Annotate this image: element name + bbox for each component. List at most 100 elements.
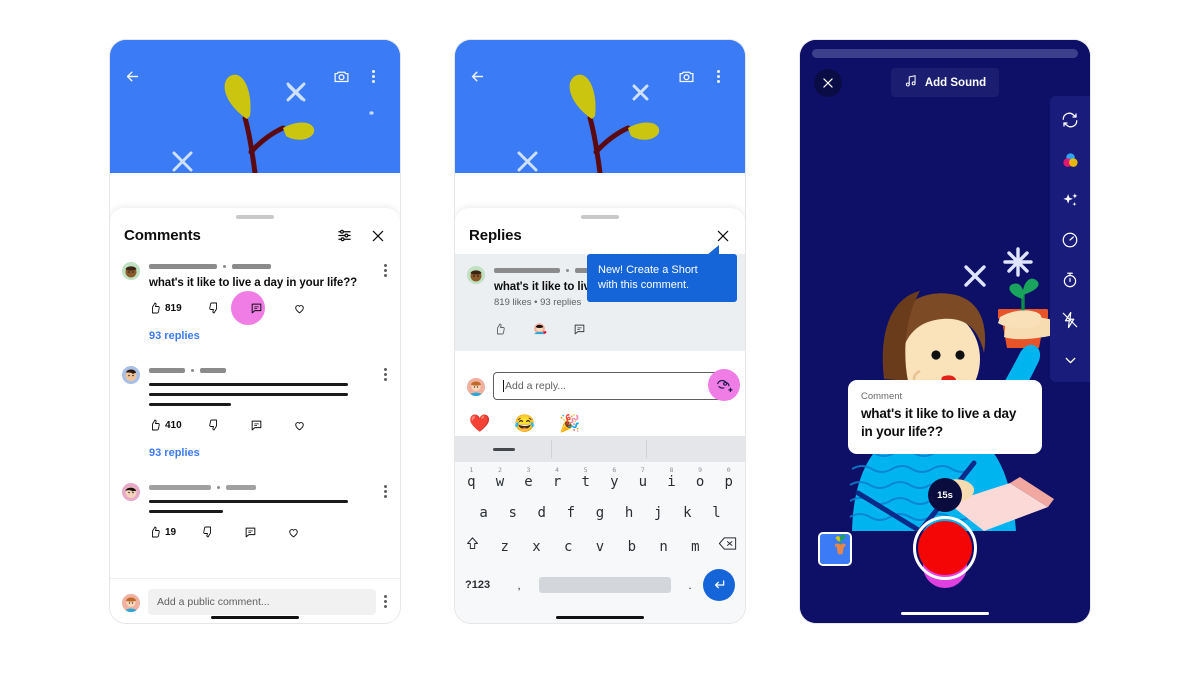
close-icon[interactable] [370, 228, 386, 244]
dislike-button[interactable] [208, 302, 220, 314]
key-y[interactable]: 6y [600, 466, 629, 498]
creator-heart-icon[interactable] [532, 322, 547, 337]
like-button[interactable]: 19 [149, 526, 176, 538]
space-key[interactable] [539, 577, 671, 593]
emoji-party[interactable]: 🎉 [559, 414, 580, 434]
heart-icon[interactable] [293, 302, 306, 315]
comma-key[interactable]: , [505, 578, 533, 592]
key-w[interactable]: 2w [486, 466, 515, 498]
key-d[interactable]: d [527, 498, 556, 529]
emoji-joy[interactable]: 😂 [514, 414, 535, 434]
avatar[interactable] [122, 262, 140, 280]
dislike-button[interactable] [208, 419, 220, 431]
back-arrow-icon[interactable] [469, 68, 486, 90]
key-f[interactable]: f [556, 498, 585, 529]
key-m[interactable]: m [679, 532, 711, 563]
kebab-menu-icon[interactable] [717, 68, 721, 90]
chevron-down-icon[interactable] [1062, 350, 1079, 370]
key-e[interactable]: 3e [514, 466, 543, 498]
heart-icon[interactable] [287, 526, 300, 539]
key-x[interactable]: x [521, 532, 553, 563]
key-o[interactable]: 9o [686, 466, 715, 498]
comment-text-placeholder [149, 383, 380, 406]
camera-icon[interactable] [333, 68, 350, 90]
video-hero-panel2[interactable] [455, 40, 745, 173]
filters-color-circles-icon[interactable] [1061, 150, 1080, 170]
comment-sticker-card[interactable]: Comment what's it like to live a day in … [848, 380, 1042, 455]
duration-badge[interactable]: 15s [928, 478, 962, 512]
reply-icon[interactable] [250, 302, 263, 315]
emoji-heart[interactable]: ❤️ [469, 414, 490, 434]
add-comment-input[interactable]: Add a public comment... [148, 589, 376, 615]
key-g[interactable]: g [585, 498, 614, 529]
flash-off-icon[interactable] [1061, 310, 1079, 330]
add-sound-button[interactable]: Add Sound [890, 68, 1000, 97]
effects-sparkle-icon[interactable] [1061, 190, 1080, 210]
comment-actions: 410 [149, 415, 380, 435]
video-hero-panel1[interactable] [110, 40, 400, 173]
heart-icon[interactable] [293, 419, 306, 432]
key-u[interactable]: 7u [629, 466, 658, 498]
comment-item[interactable]: what's it like to live a day in your lif… [110, 254, 400, 342]
key-n[interactable]: n [648, 532, 680, 563]
replies-link[interactable]: 93 replies [149, 330, 380, 342]
home-indicator [556, 616, 644, 619]
shift-up-arrow-icon[interactable] [457, 529, 489, 563]
avatar[interactable] [122, 483, 140, 501]
kebab-menu-icon[interactable] [372, 68, 376, 90]
sort-filter-icon[interactable] [337, 228, 352, 243]
key-r[interactable]: 4r [543, 466, 572, 498]
replies-link[interactable]: 93 replies [149, 447, 380, 459]
home-indicator [901, 612, 989, 615]
timer-icon[interactable] [1061, 270, 1079, 290]
backspace-icon[interactable] [711, 529, 743, 563]
keyboard-suggestion-bar[interactable] [455, 436, 745, 462]
speed-gauge-icon[interactable] [1061, 230, 1079, 250]
period-key[interactable]: . [677, 578, 703, 592]
key-c[interactable]: c [552, 532, 584, 563]
reply-icon[interactable] [250, 419, 263, 432]
key-j[interactable]: j [644, 498, 673, 529]
like-icon[interactable] [494, 323, 506, 335]
close-icon[interactable] [715, 228, 731, 244]
create-short-icon[interactable] [708, 369, 740, 401]
key-b[interactable]: b [616, 532, 648, 563]
comment-item[interactable]: 410 93 replies [110, 342, 400, 459]
key-v[interactable]: v [584, 532, 616, 563]
reply-icon[interactable] [573, 323, 586, 336]
gallery-thumbnail[interactable] [818, 532, 852, 566]
key-h[interactable]: h [615, 498, 644, 529]
flip-camera-icon[interactable] [1061, 110, 1079, 130]
key-k[interactable]: k [673, 498, 702, 529]
key-t[interactable]: 5t [571, 466, 600, 498]
key-p[interactable]: 0p [714, 466, 743, 498]
avatar[interactable] [467, 378, 485, 396]
record-button[interactable] [913, 516, 977, 588]
close-icon[interactable] [814, 68, 842, 97]
kebab-menu-icon[interactable] [384, 481, 388, 542]
keyboard-row-2: a s d f g h j k l [455, 498, 745, 529]
like-button[interactable]: 410 [149, 419, 182, 431]
kebab-menu-icon[interactable] [384, 364, 388, 459]
record-core [918, 521, 972, 575]
avatar[interactable] [467, 266, 485, 284]
symbols-key[interactable]: ?123 [465, 579, 505, 591]
kebab-menu-icon[interactable] [384, 591, 388, 615]
key-a[interactable]: a [469, 498, 498, 529]
enter-return-icon[interactable] [703, 569, 735, 601]
key-z[interactable]: z [489, 532, 521, 563]
key-i[interactable]: 8i [657, 466, 686, 498]
key-q[interactable]: 1q [457, 466, 486, 498]
key-l[interactable]: l [702, 498, 731, 529]
comment-item[interactable]: 19 [110, 459, 400, 542]
reply-input[interactable]: Add a reply... [493, 372, 733, 400]
avatar[interactable] [122, 594, 140, 612]
dislike-button[interactable] [202, 526, 214, 538]
like-button[interactable]: 819 [149, 302, 182, 314]
kebab-menu-icon[interactable] [384, 260, 388, 342]
camera-icon[interactable] [678, 68, 695, 90]
back-arrow-icon[interactable] [124, 68, 141, 90]
avatar[interactable] [122, 366, 140, 384]
key-s[interactable]: s [498, 498, 527, 529]
reply-icon[interactable] [244, 526, 257, 539]
